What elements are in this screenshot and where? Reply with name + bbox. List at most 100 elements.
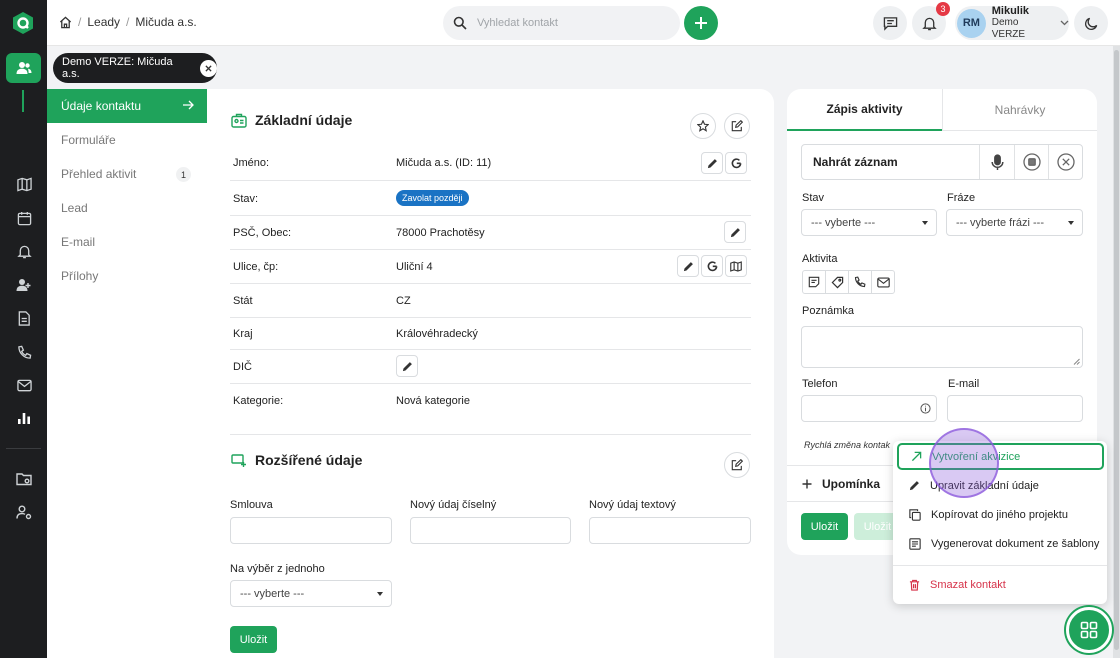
user-settings-icon[interactable] xyxy=(12,500,36,524)
tab-nahravky[interactable]: Nahrávky xyxy=(942,89,1097,131)
menu-item-copy-project[interactable]: Kopírovat do jiného projektu xyxy=(897,501,1104,528)
favorite-button[interactable] xyxy=(690,113,716,139)
extended-info-title-text: Rozšířené údaje xyxy=(255,452,363,468)
field-label: Stav: xyxy=(233,193,259,205)
microphone-button[interactable] xyxy=(980,145,1014,179)
map-icon[interactable] xyxy=(12,172,36,196)
numeric-field-input[interactable] xyxy=(410,517,571,544)
edit-basic-button[interactable] xyxy=(724,113,750,139)
arrow-right-icon xyxy=(182,100,194,110)
subnav-item-udaje[interactable]: Údaje kontaktu xyxy=(47,89,207,123)
top-bar: / Leady / Mičuda a.s. 3 RM Mikulik Demo … xyxy=(47,0,1120,46)
activity-email-button[interactable] xyxy=(871,270,895,294)
edit-extended-button[interactable] xyxy=(724,452,750,478)
home-icon[interactable] xyxy=(59,16,72,29)
mail-icon[interactable] xyxy=(12,373,36,397)
subnav-item-prehled-aktivit[interactable]: Přehled aktivit 1 xyxy=(47,157,207,191)
subnav-item-email[interactable]: E-mail xyxy=(47,225,207,259)
phone-icon[interactable] xyxy=(12,340,36,364)
google-search-address-button[interactable] xyxy=(701,255,723,277)
search-input[interactable] xyxy=(477,17,657,29)
context-chip: Demo VERZE: Mičuda a.s. xyxy=(53,53,217,83)
edit-icon xyxy=(731,459,743,471)
edit-name-button[interactable] xyxy=(701,152,723,174)
menu-item-delete-contact[interactable]: Smazat kontakt xyxy=(897,571,1104,598)
field-label: DIČ xyxy=(233,361,252,373)
breadcrumb-contact: Mičuda a.s. xyxy=(135,15,197,29)
add-contact-button[interactable] xyxy=(684,6,718,40)
apps-menu-button[interactable] xyxy=(1066,607,1112,653)
calendar-icon[interactable] xyxy=(12,206,36,230)
smlouva-input[interactable] xyxy=(230,517,392,544)
edit-street-button[interactable] xyxy=(677,255,699,277)
subnav-item-formulare[interactable]: Formuláře xyxy=(47,123,207,157)
basic-info-title: Základní údaje xyxy=(231,112,352,128)
messages-button[interactable] xyxy=(873,6,907,40)
google-search-button[interactable] xyxy=(725,152,747,174)
telefon-input[interactable] xyxy=(801,395,937,422)
stav-select[interactable]: --- vyberte --- xyxy=(801,209,937,236)
stop-button[interactable] xyxy=(1014,145,1048,179)
extended-card-icon xyxy=(231,453,247,467)
save-activity-button[interactable]: Uložit xyxy=(801,513,848,540)
app-logo-icon[interactable] xyxy=(11,11,35,35)
menu-item-edit-basic[interactable]: Upravit základní údaje xyxy=(897,472,1104,499)
context-chip-label: Demo VERZE: Mičuda a.s. xyxy=(62,56,173,80)
document-icon[interactable] xyxy=(12,306,36,330)
chevron-down-icon xyxy=(1060,20,1069,26)
field-label: Jméno: xyxy=(233,157,270,169)
email-input[interactable] xyxy=(947,395,1083,422)
contact-icon[interactable] xyxy=(12,273,36,297)
close-icon[interactable] xyxy=(200,59,217,77)
info-icon[interactable] xyxy=(920,403,931,414)
telefon-label: Telefon xyxy=(802,378,838,390)
contact-card: Základní údaje Jméno: Mičuda a.s. (ID: 1… xyxy=(207,89,774,658)
tab-zapis-aktivity[interactable]: Zápis aktivity xyxy=(787,89,942,131)
breadcrumb: / Leady / Mičuda a.s. xyxy=(59,15,197,29)
chat-icon xyxy=(883,16,898,31)
folder-icon[interactable] xyxy=(12,467,36,491)
activity-tag-button[interactable] xyxy=(825,270,849,294)
subnav-item-prilohy[interactable]: Přílohy xyxy=(47,259,207,293)
text-field-input[interactable] xyxy=(589,517,751,544)
chart-icon[interactable] xyxy=(12,406,36,430)
document-template-icon xyxy=(909,537,921,550)
quick-change-label: Rychlá změna kontak xyxy=(804,440,891,450)
scrollbar-thumb[interactable] xyxy=(1114,50,1119,650)
bell-icon[interactable] xyxy=(12,239,36,263)
field-label: Kategorie: xyxy=(233,395,284,407)
edit-city-button[interactable] xyxy=(724,221,746,243)
users-icon[interactable] xyxy=(6,53,41,83)
breadcrumb-leady[interactable]: Leady xyxy=(87,15,120,29)
poznamka-textarea[interactable] xyxy=(801,326,1083,368)
show-map-button[interactable] xyxy=(725,255,747,277)
section-divider xyxy=(230,434,751,435)
record-label: Nahrát záznam xyxy=(802,145,980,179)
activity-note-button[interactable] xyxy=(802,270,826,294)
notification-badge: 3 xyxy=(936,2,950,16)
google-icon xyxy=(707,260,718,272)
menu-item-create-acquisition[interactable]: Vytvoření akvizice xyxy=(897,443,1104,470)
field-row-ulice: Ulice, čp: Uliční 4 xyxy=(230,250,751,284)
user-menu[interactable]: RM Mikulik Demo VERZE xyxy=(955,5,1069,40)
save-extended-button[interactable]: Uložit xyxy=(230,626,277,653)
page-scrollbar[interactable] xyxy=(1113,46,1120,658)
dark-mode-toggle[interactable] xyxy=(1074,6,1108,40)
field-value: CZ xyxy=(396,295,411,307)
activity-call-button[interactable] xyxy=(848,270,872,294)
fraze-select[interactable]: --- vyberte frázi --- xyxy=(946,209,1083,236)
caret-down-icon xyxy=(922,221,928,225)
single-choice-select[interactable]: --- vyberte --- xyxy=(230,580,392,607)
subnav-item-lead[interactable]: Lead xyxy=(47,191,207,225)
status-badge[interactable]: Zavolat později xyxy=(396,190,469,206)
user-subtitle: Demo VERZE xyxy=(991,17,1026,40)
menu-item-generate-document[interactable]: Vygenerovat dokument ze šablony xyxy=(897,530,1104,557)
extended-info-title: Rozšířené údaje xyxy=(231,452,362,468)
cancel-record-button[interactable] xyxy=(1048,145,1082,179)
field-value: Zavolat později xyxy=(396,190,469,206)
mail-icon xyxy=(876,276,890,288)
bell-icon xyxy=(921,16,937,31)
caret-down-icon xyxy=(377,592,383,596)
resize-handle-icon[interactable] xyxy=(1073,358,1080,365)
edit-dic-button[interactable] xyxy=(396,355,418,377)
